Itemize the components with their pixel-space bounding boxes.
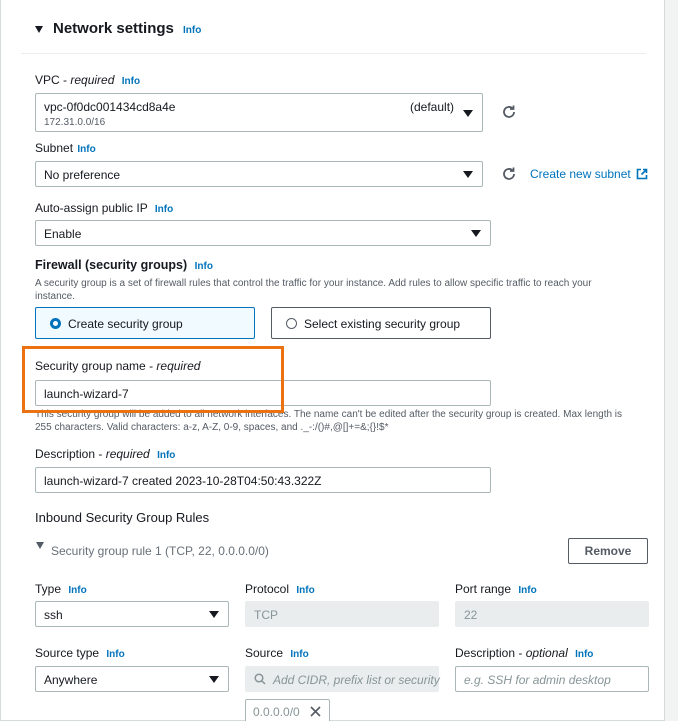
network-settings-panel: Network settings Info VPC - required Inf… <box>0 0 665 721</box>
subnet-label: Subnet Info <box>35 141 96 155</box>
chevron-down-icon <box>463 171 473 178</box>
external-link-icon <box>636 168 648 180</box>
source-type-info-link[interactable]: Info <box>106 649 124 660</box>
protocol-value: TCP <box>254 608 278 622</box>
source-type-select[interactable]: Anywhere <box>35 666 229 692</box>
source-input[interactable]: Add CIDR, prefix list or security <box>245 666 440 692</box>
firewall-title: Firewall (security groups) Info <box>35 258 213 272</box>
source-type-value: Anywhere <box>44 673 98 687</box>
remove-button[interactable]: Remove <box>568 538 648 564</box>
type-label: Type Info <box>35 582 87 596</box>
vpc-label: VPC - required Info <box>35 73 141 87</box>
subnet-value: No preference <box>44 168 121 182</box>
port-range-input: 22 <box>455 601 649 627</box>
source-type-label: Source type Info <box>35 646 125 660</box>
search-icon <box>254 673 266 685</box>
subnet-info-link[interactable]: Info <box>77 144 95 155</box>
subnet-select[interactable]: No preference <box>35 161 483 187</box>
type-info-link[interactable]: Info <box>68 585 86 596</box>
protocol-input: TCP <box>245 601 439 627</box>
rule-description-input[interactable]: e.g. SSH for admin desktop <box>455 666 649 692</box>
vpc-select[interactable]: vpc-0f0dc001434cd8a4e 172.31.0.0/16 (def… <box>35 93 483 132</box>
inbound-rules-title: Inbound Security Group Rules <box>35 510 210 525</box>
firewall-info-link[interactable]: Info <box>195 261 213 272</box>
type-select[interactable]: ssh <box>35 601 229 627</box>
header-divider <box>21 53 646 54</box>
rule-description-placeholder: e.g. SSH for admin desktop <box>464 673 611 687</box>
description-value: launch-wizard-7 created 2023-10-28T04:50… <box>44 474 322 488</box>
chevron-down-icon <box>463 110 473 117</box>
protocol-info-link[interactable]: Info <box>296 585 314 596</box>
public-ip-select[interactable]: Enable <box>35 220 491 246</box>
radio-unselected <box>286 318 297 329</box>
rule-collapse-icon[interactable] <box>36 542 44 549</box>
cidr-token: 0.0.0.0/0 <box>245 699 330 721</box>
port-range-info-link[interactable]: Info <box>518 585 536 596</box>
refresh-vpc-icon[interactable] <box>501 104 517 120</box>
radio-selected <box>50 318 61 329</box>
vpc-cidr: 172.31.0.0/16 <box>44 117 106 128</box>
description-input[interactable]: launch-wizard-7 created 2023-10-28T04:50… <box>35 467 491 493</box>
chevron-down-icon <box>209 611 219 618</box>
cidr-token-value: 0.0.0.0/0 <box>253 705 300 719</box>
select-existing-security-group-option[interactable]: Select existing security group <box>271 307 491 339</box>
chevron-down-icon <box>209 676 219 683</box>
source-label: Source Info <box>245 646 309 660</box>
public-ip-value: Enable <box>44 227 82 241</box>
protocol-label: Protocol Info <box>245 582 315 596</box>
refresh-subnet-icon[interactable] <box>501 166 517 182</box>
vpc-value: vpc-0f0dc001434cd8a4e <box>44 100 176 114</box>
create-subnet-link[interactable]: Create new subnet <box>530 167 648 181</box>
port-range-label: Port range Info <box>455 582 537 596</box>
collapse-icon[interactable] <box>35 26 43 33</box>
rule-description-info-link[interactable]: Info <box>575 649 593 660</box>
source-placeholder: Add CIDR, prefix list or security <box>273 673 440 687</box>
vpc-info-link[interactable]: Info <box>122 76 140 87</box>
source-info-link[interactable]: Info <box>290 649 308 660</box>
chevron-down-icon <box>471 230 481 237</box>
description-label: Description - required Info <box>35 447 176 461</box>
section-title: Network settings <box>53 20 174 37</box>
public-ip-label: Auto-assign public IP Info <box>35 201 174 215</box>
close-icon[interactable] <box>310 706 321 717</box>
select-existing-label: Select existing security group <box>304 317 461 331</box>
rule-title: Security group rule 1 (TCP, 22, 0.0.0.0/… <box>51 544 269 558</box>
highlight-box <box>22 346 284 413</box>
firewall-description: A security group is a set of firewall ru… <box>35 278 592 302</box>
section-info-link[interactable]: Info <box>183 25 201 36</box>
create-security-group-option[interactable]: Create security group <box>35 307 255 339</box>
vpc-default-badge: (default) <box>410 100 455 114</box>
rule-description-label: Description - optional Info <box>455 646 594 660</box>
create-security-group-label: Create security group <box>68 317 183 331</box>
port-range-value: 22 <box>464 608 478 622</box>
description-info-link[interactable]: Info <box>157 450 175 461</box>
public-ip-info-link[interactable]: Info <box>155 204 173 215</box>
type-value: ssh <box>44 608 63 622</box>
